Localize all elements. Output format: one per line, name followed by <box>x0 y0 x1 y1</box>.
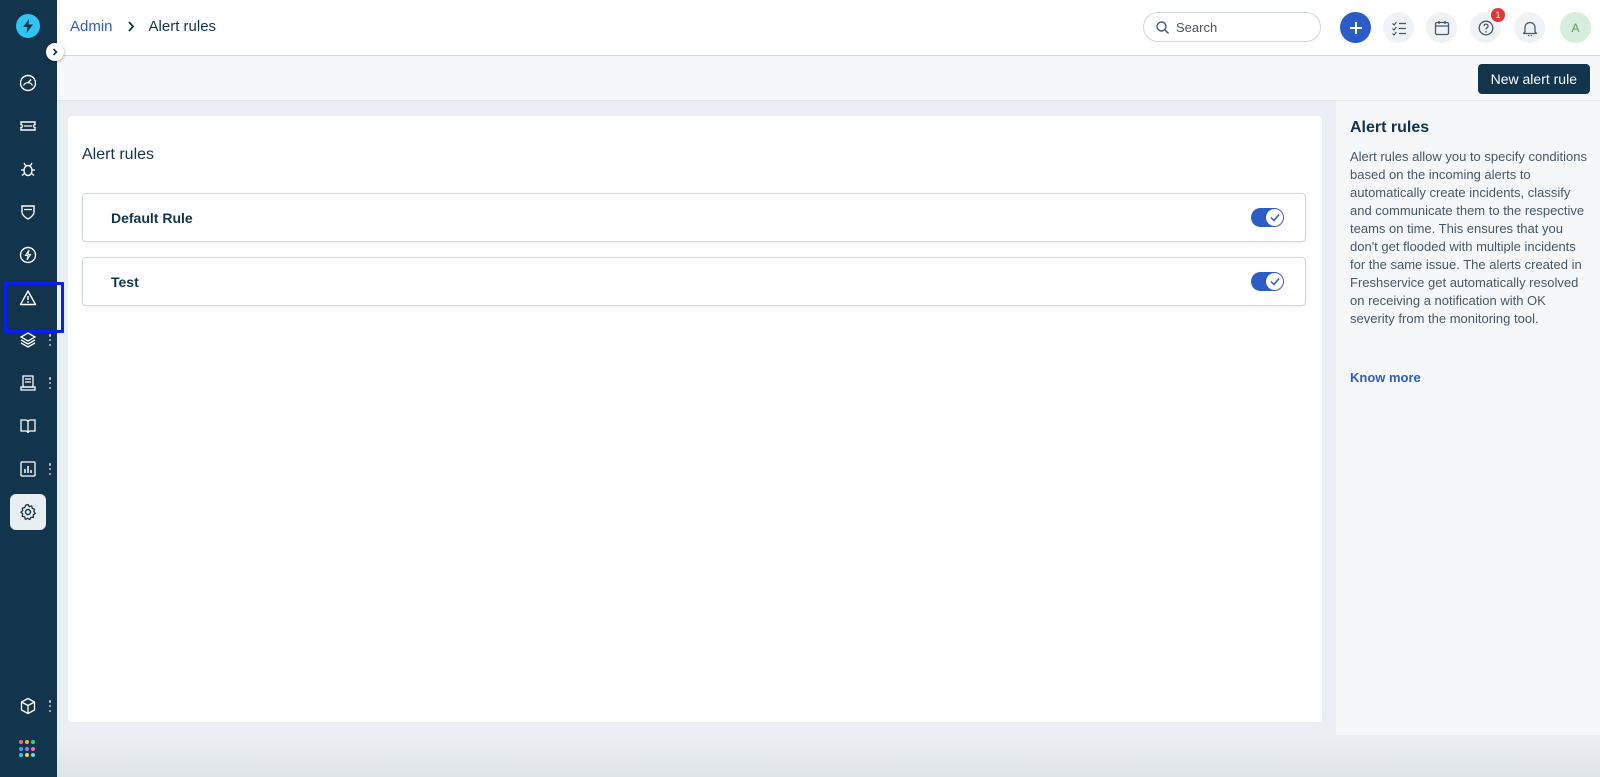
sidebar-item-assets[interactable] <box>10 322 46 358</box>
apps-grid-icon[interactable] <box>19 740 37 758</box>
calendar-icon <box>1434 20 1449 35</box>
notification-badge: 1 <box>1491 8 1505 22</box>
layers-icon <box>19 332 37 348</box>
dashboard-icon <box>19 74 37 92</box>
lightning-icon <box>19 246 37 264</box>
sidebar-expand-button[interactable] <box>46 43 64 61</box>
list-item[interactable]: Test <box>82 257 1306 306</box>
bell-icon <box>1522 21 1537 36</box>
sidebar-item-dashboard[interactable] <box>10 65 46 101</box>
bug-icon <box>21 162 35 177</box>
check-icon <box>1266 209 1283 226</box>
info-panel-description: Alert rules allow you to specify conditi… <box>1350 149 1588 326</box>
top-header: Admin Alert rules Search 1 A <box>57 0 1600 56</box>
sidebar-item-problems[interactable] <box>10 151 46 187</box>
inventory-menu-kebab[interactable] <box>48 377 52 389</box>
book-icon <box>20 419 36 434</box>
sidebar-item-reports[interactable] <box>10 451 46 487</box>
checklist-icon <box>1391 21 1406 36</box>
breadcrumb: Admin Alert rules <box>70 18 216 35</box>
help-icon <box>1478 20 1493 35</box>
shield-icon <box>21 205 35 220</box>
search-placeholder: Search <box>1176 19 1218 35</box>
info-panel-title: Alert rules <box>1350 119 1430 136</box>
calendar-button[interactable] <box>1426 12 1457 43</box>
info-panel: Alert rules Alert rules allow you to spe… <box>1336 101 1600 736</box>
create-new-button[interactable] <box>1340 12 1371 43</box>
alert-rules-card: Alert rules Default Rule Test <box>68 116 1322 722</box>
todo-button[interactable] <box>1383 12 1414 43</box>
ticket-icon <box>20 121 36 131</box>
reports-icon <box>20 461 36 477</box>
sidebar <box>0 0 64 777</box>
sidebar-item-releases[interactable] <box>10 237 46 273</box>
sidebar-item-apps[interactable] <box>10 688 46 724</box>
chevron-right-icon <box>52 48 58 56</box>
rule-enabled-toggle[interactable] <box>1251 208 1284 227</box>
cube-icon <box>20 697 36 715</box>
gear-icon <box>20 503 36 521</box>
assets-menu-kebab[interactable] <box>48 334 52 346</box>
sidebar-item-admin[interactable] <box>10 494 46 530</box>
notifications-button[interactable] <box>1514 12 1545 43</box>
breadcrumb-admin-link[interactable]: Admin <box>70 18 113 35</box>
apps-menu-kebab[interactable] <box>48 700 52 712</box>
rule-name[interactable]: Default Rule <box>111 210 193 226</box>
reports-menu-kebab[interactable] <box>48 463 52 475</box>
freshservice-logo-icon[interactable] <box>16 14 40 38</box>
new-alert-rule-button[interactable]: New alert rule <box>1477 64 1590 94</box>
search-icon <box>1156 20 1169 34</box>
list-item[interactable]: Default Rule <box>82 193 1306 242</box>
rule-enabled-toggle[interactable] <box>1251 272 1284 291</box>
check-icon <box>1266 273 1283 290</box>
inventory-icon <box>20 375 36 391</box>
rule-name[interactable]: Test <box>111 274 139 290</box>
know-more-link[interactable]: Know more <box>1350 370 1421 385</box>
sidebar-item-changes[interactable] <box>10 194 46 230</box>
card-title: Alert rules <box>82 146 155 163</box>
sidebar-item-tickets[interactable] <box>10 108 46 144</box>
chevron-right-icon <box>127 21 135 32</box>
search-input[interactable]: Search <box>1143 12 1321 42</box>
avatar[interactable]: A <box>1560 12 1591 43</box>
sidebar-item-inventory[interactable] <box>10 365 46 401</box>
help-button[interactable]: 1 <box>1470 8 1505 43</box>
page-title: Alert rules <box>148 18 217 35</box>
sidebar-item-solutions[interactable] <box>10 408 46 444</box>
bottom-fade <box>57 735 1600 777</box>
plus-icon <box>1349 21 1362 34</box>
page-toolbar: New alert rule <box>57 56 1600 101</box>
